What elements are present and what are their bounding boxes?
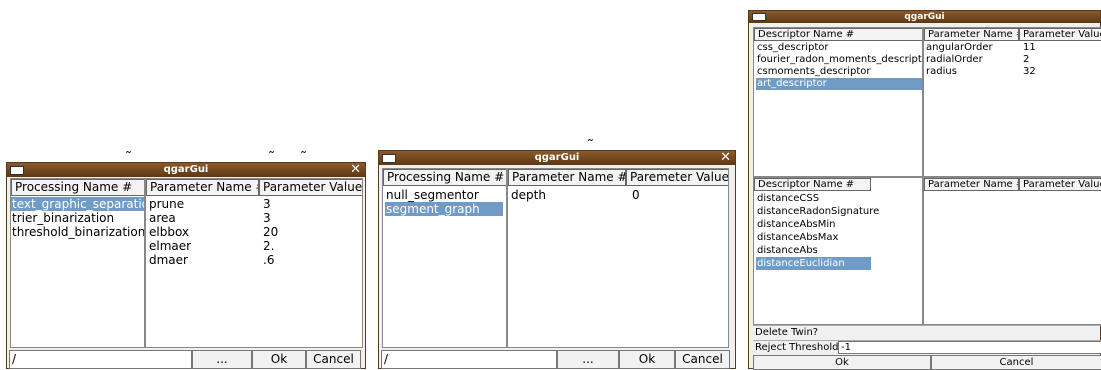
title-bar[interactable]: qgarGui <box>749 11 1100 23</box>
list-item[interactable]: distanceEuclidian <box>756 257 871 270</box>
param-value[interactable]: 11 <box>1023 42 1036 54</box>
param-value[interactable]: 2. <box>263 239 274 253</box>
param-value[interactable]: 32 <box>1023 66 1036 78</box>
param-value[interactable]: .6 <box>263 253 274 267</box>
window-menu-icon[interactable] <box>752 13 766 21</box>
parameter-name-header[interactable]: Parameter Name # <box>924 178 1019 191</box>
title-bar[interactable]: qgarGui ✕ <box>7 163 365 177</box>
window-title: qgarGui <box>904 12 945 22</box>
browse-button[interactable]: ... <box>192 350 252 369</box>
param-name[interactable]: area <box>149 211 176 225</box>
processing-list[interactable]: Processing Name # null_segmentor segment… <box>382 168 507 348</box>
param-value[interactable]: 0 <box>632 188 640 202</box>
list-item[interactable]: distanceCSS <box>756 192 821 205</box>
list-item[interactable]: distanceAbsMin <box>756 218 838 231</box>
distance-name-header[interactable]: Descriptor Name # <box>754 178 871 191</box>
window-title: qgarGui <box>534 152 580 163</box>
ok-button[interactable]: Ok <box>619 350 675 369</box>
param-name[interactable]: dmaer <box>149 253 188 267</box>
descriptor-parameter-table: Parameter Name # Parameter Value angular… <box>923 27 1101 177</box>
cancel-button[interactable]: Cancel <box>931 355 1101 370</box>
param-name[interactable]: radialOrder <box>926 54 983 66</box>
cancel-button[interactable]: Cancel <box>306 350 361 369</box>
list-item[interactable]: csmoments_descriptor <box>756 66 873 78</box>
param-name[interactable]: elbbox <box>149 225 189 239</box>
processing-list[interactable]: Processing Name # text_graphic_separatio… <box>10 178 145 348</box>
param-name[interactable]: elmaer <box>149 239 191 253</box>
close-icon[interactable]: ✕ <box>350 163 361 177</box>
list-item[interactable]: css_descriptor <box>756 42 831 54</box>
window-menu-icon[interactable] <box>10 166 24 175</box>
parameter-name-header[interactable]: Parameter Name # <box>924 28 1019 41</box>
descriptor-name-header[interactable]: Descriptor Name # <box>754 28 922 41</box>
list-item[interactable]: text_graphic_separation <box>11 197 144 211</box>
param-name[interactable]: prune <box>149 197 184 211</box>
param-value[interactable]: 20 <box>263 225 278 239</box>
distance-parameter-table: Parameter Name # Parameter Value <box>923 177 1101 325</box>
parameter-value-header[interactable]: Parameter Value <box>1019 178 1101 191</box>
list-item[interactable]: segment_graph <box>385 202 503 216</box>
descriptor-list[interactable]: Descriptor Name # css_descriptor fourier… <box>753 27 923 177</box>
divider <box>753 325 1101 326</box>
window-title: qgarGui <box>163 164 209 175</box>
reject-threshold-input[interactable]: -1 <box>838 341 1101 354</box>
param-value[interactable]: 3 <box>263 211 271 225</box>
param-value[interactable]: 3 <box>263 197 271 211</box>
list-item[interactable]: null_segmentor <box>385 188 481 202</box>
qgargui-window-1: qgarGui ✕ Processing Name # text_graphic… <box>6 162 366 369</box>
param-name[interactable]: angularOrder <box>926 42 993 54</box>
title-bar[interactable]: qgarGui ✕ <box>379 151 735 165</box>
list-item[interactable]: trier_binarization <box>11 211 116 225</box>
reject-threshold-label: Reject Threshold: <box>755 342 842 353</box>
parameter-name-header[interactable]: Parameter Name # <box>508 169 626 186</box>
processing-name-header[interactable]: Processing Name # <box>383 169 506 186</box>
param-name[interactable]: radius <box>926 66 957 78</box>
param-value[interactable]: 2 <box>1023 54 1029 66</box>
cancel-button[interactable]: Cancel <box>675 350 730 369</box>
param-name[interactable]: depth <box>511 188 546 202</box>
list-item[interactable]: distanceAbs <box>756 244 820 257</box>
distance-list[interactable]: Descriptor Name # distanceCSS distanceRa… <box>753 177 923 325</box>
window-menu-icon[interactable] <box>382 154 396 163</box>
close-icon[interactable]: ✕ <box>720 151 731 165</box>
list-item[interactable]: distanceRadonSignature <box>756 205 881 218</box>
parameter-value-header[interactable]: Parameter Value <box>259 179 362 196</box>
parameter-table: Parameter Name # Paremeter Value depth 0 <box>507 168 729 348</box>
parameter-value-header[interactable]: Parameter Value <box>1019 28 1101 41</box>
list-item[interactable]: threshold_binarization <box>11 225 144 239</box>
path-input[interactable]: / <box>9 350 192 369</box>
processing-name-header[interactable]: Processing Name # <box>11 179 144 196</box>
parameter-name-header[interactable]: Parameter Name # <box>146 179 259 196</box>
parameter-value-header[interactable]: Paremeter Value <box>626 169 728 186</box>
ok-button[interactable]: Ok <box>753 355 931 370</box>
browse-button[interactable]: ... <box>557 350 619 369</box>
list-item[interactable]: fourier_radon_moments_descriptor <box>756 54 922 66</box>
parameter-table: Parameter Name # Parameter Value prune 3… <box>145 178 363 348</box>
delete-twin-label[interactable]: Delete Twin? <box>755 327 818 339</box>
qgargui-window-3: qgarGui Descriptor Name # css_descriptor… <box>748 10 1101 370</box>
qgargui-window-2: qgarGui ✕ Processing Name # null_segment… <box>378 150 736 369</box>
list-item[interactable]: distanceAbsMax <box>756 231 840 244</box>
list-item[interactable]: art_descriptor <box>756 78 922 90</box>
ok-button[interactable]: Ok <box>252 350 306 369</box>
path-input[interactable]: / <box>381 350 557 369</box>
